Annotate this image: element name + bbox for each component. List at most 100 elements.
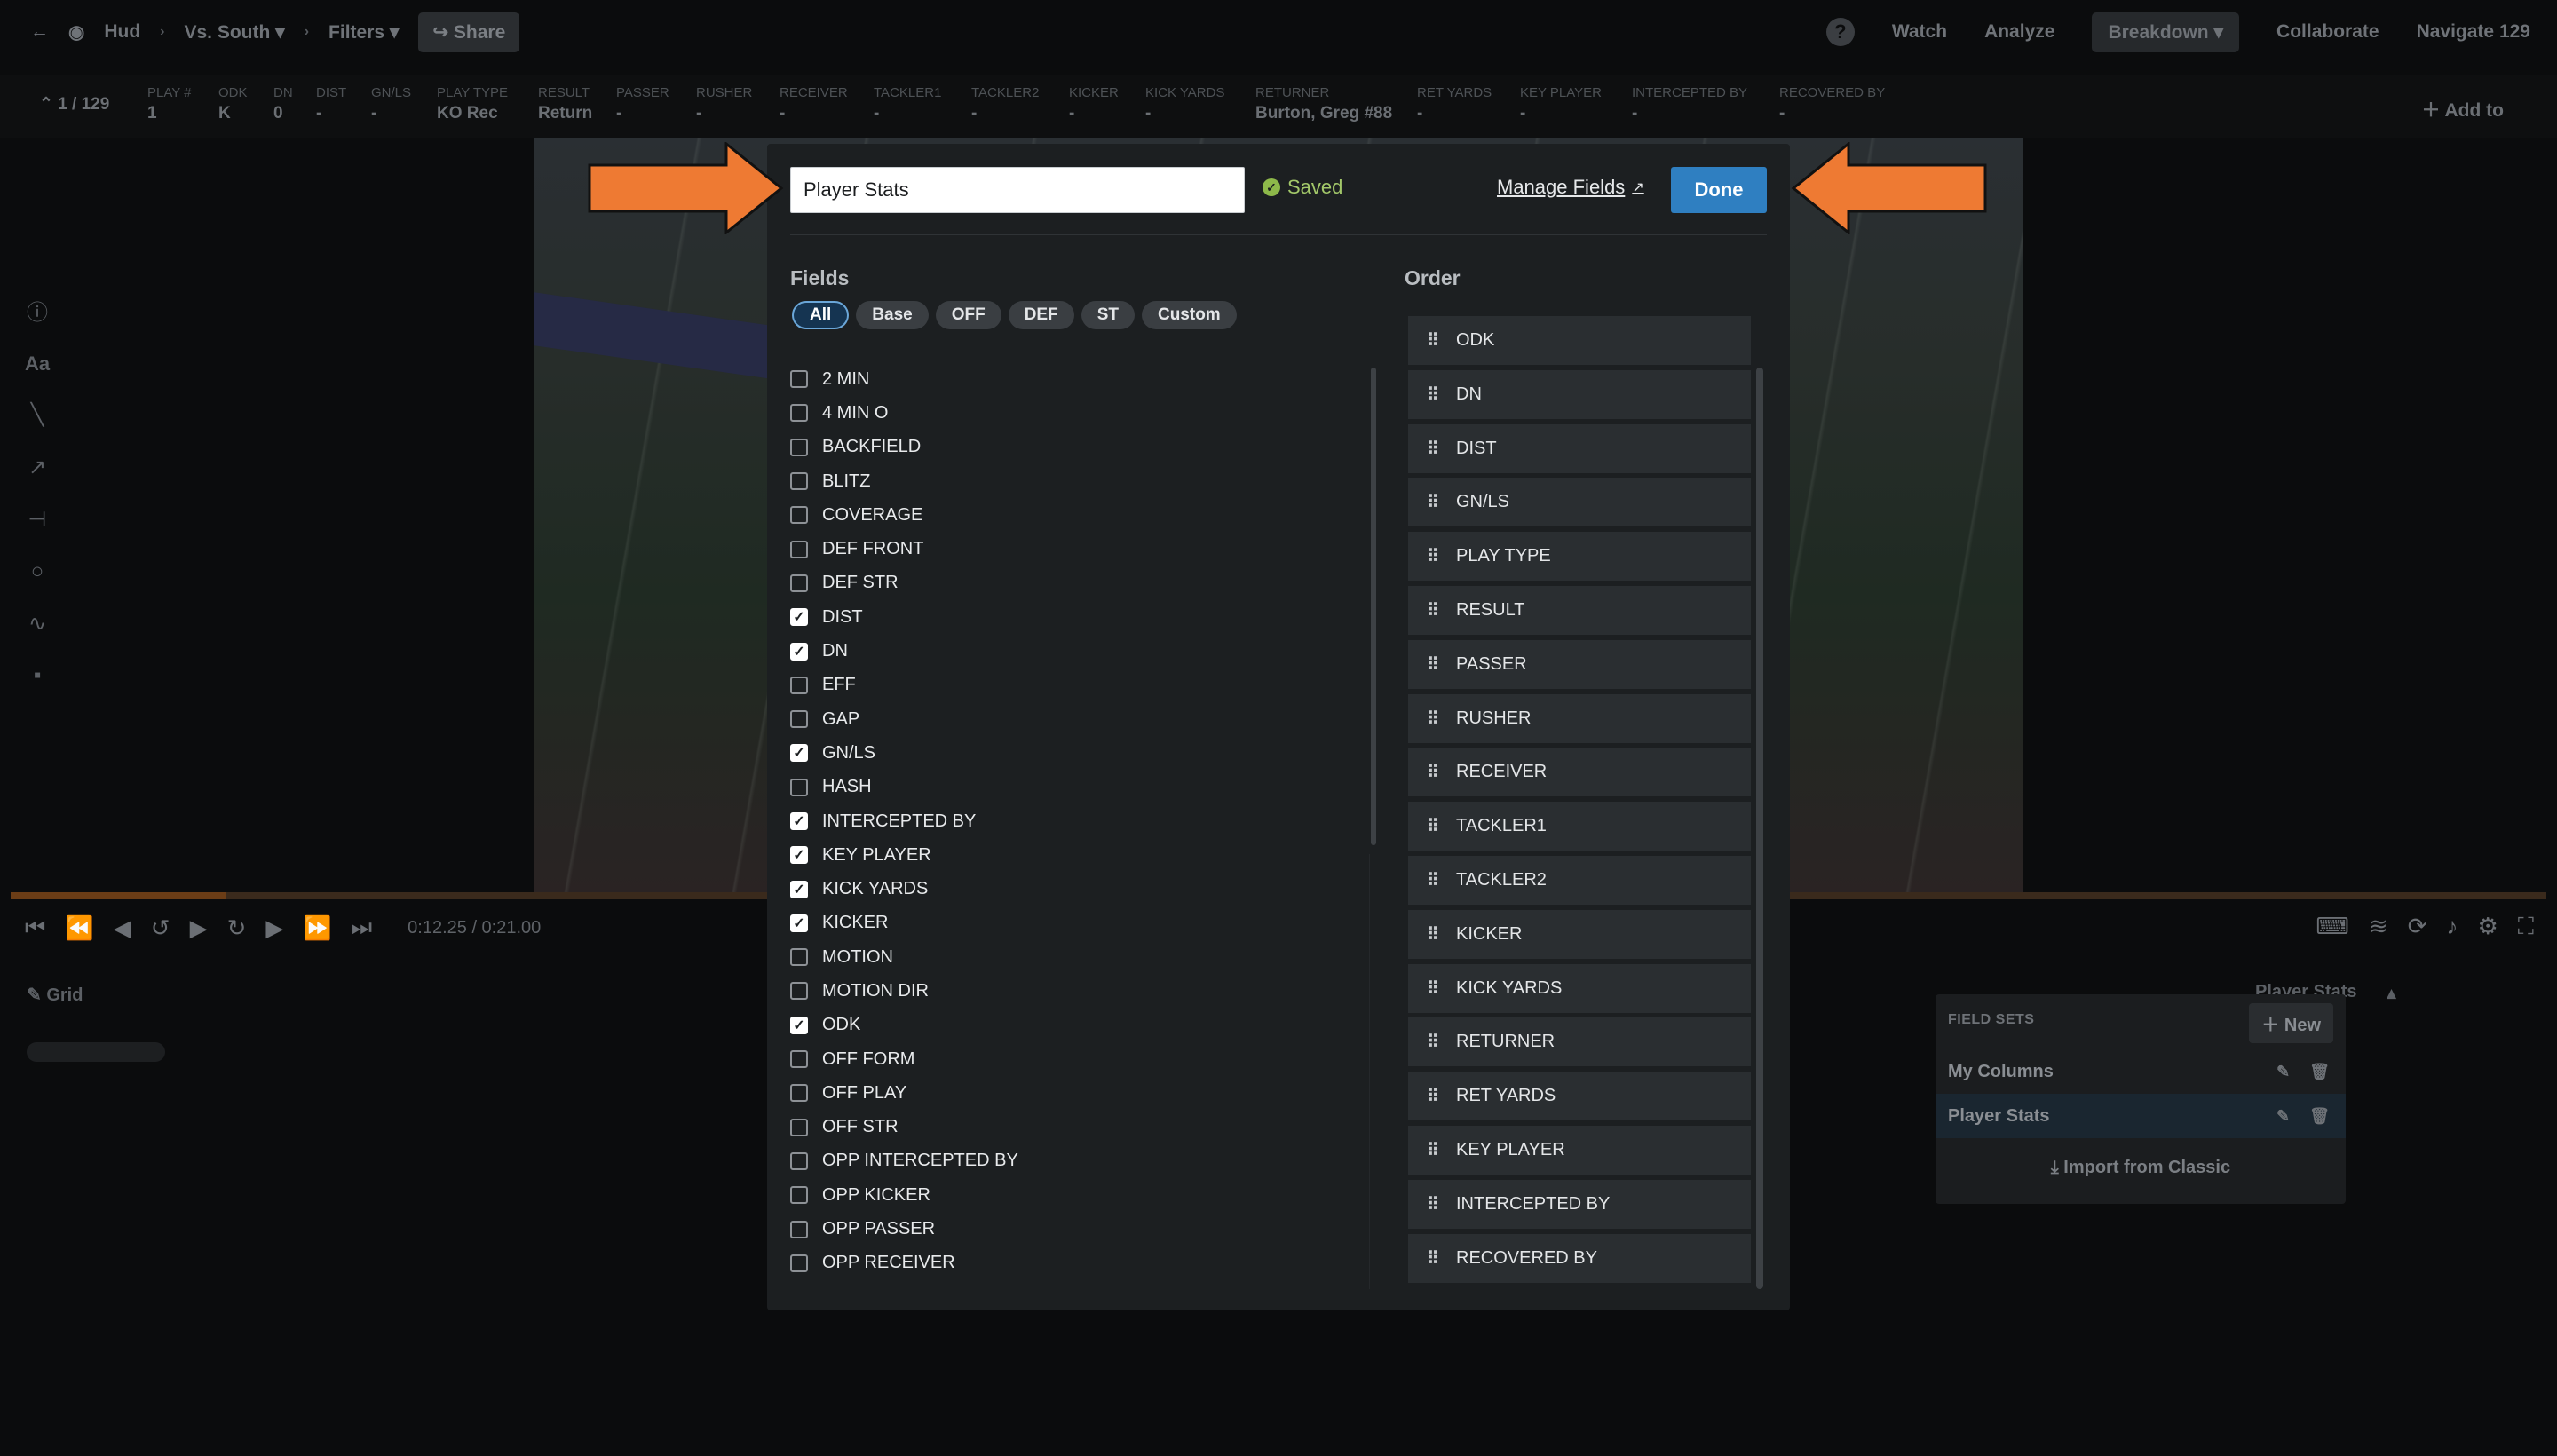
nav-navigate[interactable]: Navigate 129 <box>2417 21 2530 43</box>
checkbox-unchecked[interactable] <box>790 1220 808 1238</box>
fast-forward-icon[interactable]: ⏩ <box>303 914 331 942</box>
drag-handle-icon[interactable]: ⠿ <box>1408 1193 1456 1215</box>
field-checkbox-item[interactable]: DEF FRONT <box>790 532 1358 566</box>
checkbox-unchecked[interactable] <box>790 472 808 491</box>
field-checkbox-item[interactable]: ✓ KEY PLAYER <box>790 838 1358 872</box>
checkbox-checked[interactable]: ✓ <box>790 914 808 932</box>
new-field-set-button[interactable]: ＋ New <box>2249 1003 2333 1043</box>
grid-tab[interactable]: ✎ Grid <box>27 984 83 1006</box>
order-item[interactable]: ⠿ GN/LS <box>1408 478 1751 527</box>
drag-handle-icon[interactable]: ⠿ <box>1408 923 1456 946</box>
checkbox-unchecked[interactable] <box>790 1186 808 1205</box>
drag-handle-icon[interactable]: ⠿ <box>1408 384 1456 406</box>
drag-handle-icon[interactable]: ⠿ <box>1408 761 1456 783</box>
checkbox-checked[interactable]: ✓ <box>790 744 808 763</box>
checkbox-unchecked[interactable] <box>790 710 808 729</box>
field-set-item[interactable]: My Columns ✎ 🗑 <box>1936 1049 2346 1094</box>
field-checkbox-item[interactable]: OFF PLAY <box>790 1076 1358 1110</box>
checkbox-unchecked[interactable] <box>790 404 808 423</box>
drag-handle-icon[interactable]: ⠿ <box>1408 491 1456 513</box>
edit-icon[interactable]: ✎ <box>2276 1063 2290 1081</box>
done-button[interactable]: Done <box>1671 167 1767 213</box>
filter-chip-def[interactable]: DEF <box>1008 301 1074 329</box>
filter-chip-st[interactable]: ST <box>1081 301 1135 329</box>
field-checkbox-item[interactable]: BACKFIELD <box>790 431 1358 464</box>
order-item[interactable]: ⠿ INTERCEPTED BY <box>1408 1179 1751 1229</box>
drag-handle-icon[interactable]: ⠿ <box>1408 1139 1456 1161</box>
order-item[interactable]: ⠿ RESULT <box>1408 585 1751 635</box>
drag-handle-icon[interactable]: ⠿ <box>1408 708 1456 730</box>
order-item[interactable]: ⠿ RECEIVER <box>1408 748 1751 797</box>
rewind-icon[interactable]: ⏪ <box>65 914 93 942</box>
order-item[interactable]: ⠿ PLAY TYPE <box>1408 532 1751 582</box>
drag-handle-icon[interactable]: ⠿ <box>1408 599 1456 621</box>
order-item[interactable]: ⠿ RETURNER <box>1408 1017 1751 1067</box>
field-checkbox-item[interactable]: GAP <box>790 702 1358 736</box>
drag-handle-icon[interactable]: ⠿ <box>1408 977 1456 1000</box>
checkbox-unchecked[interactable] <box>790 506 808 525</box>
hudl-logo-icon[interactable]: ◉ <box>68 21 84 44</box>
checkbox-unchecked[interactable] <box>790 982 808 1001</box>
filter-chip-custom[interactable]: Custom <box>1141 301 1237 329</box>
nav-analyze[interactable]: Analyze <box>1984 21 2054 43</box>
nav-breakdown[interactable]: Breakdown ▾ <box>2092 12 2240 52</box>
draw-toggle-icon[interactable]: ≋ <box>2369 913 2388 941</box>
field-checkbox-item[interactable]: MOTION DIR <box>790 974 1358 1008</box>
drag-handle-icon[interactable]: ⠿ <box>1408 438 1456 460</box>
drag-handle-icon[interactable]: ⠿ <box>1408 545 1456 567</box>
order-item[interactable]: ⠿ PASSER <box>1408 639 1751 689</box>
help-icon[interactable]: ? <box>1825 18 1855 46</box>
arrow-tool-icon[interactable]: ↗ <box>28 455 46 480</box>
nav-watch[interactable]: Watch <box>1892 21 1947 43</box>
keyboard-icon[interactable]: ⌨ <box>2316 913 2349 941</box>
filter-chip-base[interactable]: Base <box>856 301 929 329</box>
checkbox-unchecked[interactable] <box>790 1151 808 1170</box>
field-checkbox-item[interactable]: MOTION <box>790 940 1358 974</box>
field-checkbox-item[interactable]: OPP KICKER <box>790 1178 1358 1212</box>
checkbox-unchecked[interactable] <box>790 540 808 558</box>
skip-end-icon[interactable]: ⏭ <box>352 914 372 942</box>
tee-tool-icon[interactable]: ⊣ <box>28 507 47 533</box>
order-item[interactable]: ⠿ RET YARDS <box>1408 1072 1751 1121</box>
share-button[interactable]: ↪ Share <box>418 12 520 52</box>
trash-icon[interactable]: ▪ <box>34 663 42 688</box>
field-checkbox-item[interactable]: ✓ DN <box>790 634 1358 668</box>
checkbox-checked[interactable]: ✓ <box>790 846 808 865</box>
drag-handle-icon[interactable]: ⠿ <box>1408 1085 1456 1107</box>
freehand-tool-icon[interactable]: ∿ <box>28 611 46 637</box>
field-checkbox-item[interactable]: ✓ ODK <box>790 1009 1358 1042</box>
order-item[interactable]: ⠿ RUSHER <box>1408 693 1751 743</box>
order-scrollbar[interactable] <box>1756 368 1763 1289</box>
drag-handle-icon[interactable]: ⠿ <box>1408 329 1456 352</box>
field-checkbox-item[interactable]: 4 MIN O <box>790 396 1358 430</box>
forward-5-icon[interactable]: ↻ <box>227 914 247 942</box>
opponent-dropdown[interactable]: Vs. South ▾ <box>184 21 284 44</box>
checkbox-unchecked[interactable] <box>790 1118 808 1136</box>
checkbox-unchecked[interactable] <box>790 438 808 456</box>
back-arrow-icon[interactable]: ← <box>30 21 49 43</box>
replay-5-icon[interactable]: ↺ <box>151 914 170 942</box>
drag-handle-icon[interactable]: ⠿ <box>1408 869 1456 891</box>
info-icon[interactable]: ⓘ <box>27 295 48 326</box>
field-set-item-selected[interactable]: Player Stats ✎ 🗑 <box>1936 1094 2346 1138</box>
order-item[interactable]: ⠿ ODK <box>1408 316 1751 365</box>
checkbox-checked[interactable]: ✓ <box>790 812 808 830</box>
circle-tool-icon[interactable]: ○ <box>31 559 44 584</box>
step-forward-icon[interactable]: ▶ <box>265 914 283 942</box>
field-checkbox-item[interactable]: OPP RECEIVER <box>790 1246 1358 1280</box>
play-counter[interactable]: ⌃ 1 / 129 <box>39 94 109 115</box>
checkbox-unchecked[interactable] <box>790 676 808 694</box>
order-item[interactable]: ⠿ KEY PLAYER <box>1408 1125 1751 1175</box>
nav-collaborate[interactable]: Collaborate <box>2276 21 2379 43</box>
drag-handle-icon[interactable]: ⠿ <box>1408 815 1456 837</box>
drag-handle-icon[interactable]: ⠿ <box>1408 653 1456 676</box>
order-item[interactable]: ⠿ TACKLER2 <box>1408 855 1751 905</box>
checkbox-unchecked[interactable] <box>790 948 808 967</box>
order-item[interactable]: ⠿ TACKLER1 <box>1408 802 1751 851</box>
skip-start-icon[interactable]: ⏮ <box>25 914 45 942</box>
checkbox-unchecked[interactable] <box>790 1084 808 1103</box>
field-checkbox-item[interactable]: 2 MIN <box>790 362 1358 396</box>
text-tool-icon[interactable]: Aa <box>25 352 50 376</box>
filter-chip-all[interactable]: All <box>792 301 850 329</box>
checkbox-unchecked[interactable] <box>790 1050 808 1069</box>
